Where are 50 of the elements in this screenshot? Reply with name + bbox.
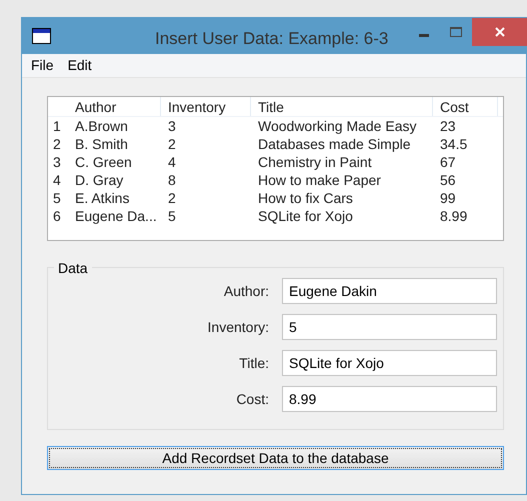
table-cell-text: C. Green [74,153,133,171]
table-cell-text: How to make Paper [257,171,382,189]
row-number: 1 [52,117,62,135]
table-cell-text: Eugene Da... [74,207,158,225]
row-number: 5 [52,189,62,207]
table-cell-text: 4 [167,153,177,171]
table-cell-text: Databases made Simple [257,135,412,153]
table-cell-text: 2 [167,135,177,153]
add-recordset-button[interactable]: Add Recordset Data to the database [47,446,504,470]
row-number: 6 [52,207,62,225]
app-window-icon [32,28,51,44]
input-field[interactable]: 8.99 [282,386,497,412]
table-cell-text: 56 [439,171,457,189]
table-cell-text: 8 [167,171,177,189]
table-cell-text: 8.99 [439,207,468,225]
table-cell-text: How to fix Cars [257,189,354,207]
row-number: 4 [52,171,62,189]
table-cell-text: 3 [167,117,177,135]
table-cell-text: 34.5 [439,135,468,153]
column-header[interactable]: Inventory [161,97,251,116]
field-label: Title: [238,354,269,372]
field-label: Inventory: [206,318,269,337]
table-cell-text: D. Gray [74,171,124,189]
row-number: 3 [52,153,62,171]
column-header[interactable]: Cost [433,97,498,116]
table-cell-text: SQLite for Xojo [257,207,354,225]
table-cell-text: 5 [167,207,177,225]
field-label: Cost: [235,390,269,408]
table-cell-text: 67 [439,153,457,171]
input-field[interactable]: Eugene Dakin [282,278,497,304]
menu-item[interactable]: Edit [68,55,92,76]
table-cell-text: A.Brown [74,117,129,135]
close-button[interactable] [472,18,527,46]
column-header[interactable]: Author [68,97,161,116]
table-cell-text: 23 [439,117,457,135]
table-cell-text: Chemistry in Paint [257,153,373,171]
maximize-icon[interactable] [450,27,462,37]
menu-item[interactable]: File [31,55,54,76]
column-header[interactable]: Title [251,97,433,116]
table-cell-text: Woodworking Made Easy [257,117,418,135]
window-title: Insert User Data: Example: 6-3 [155,28,388,50]
table-cell-text: B. Smith [74,135,129,153]
table-cell-text: E. Atkins [74,189,130,207]
table-cell-text: 2 [167,189,177,207]
input-field[interactable]: 5 [282,314,497,340]
field-label: Author: [222,282,269,300]
row-number: 2 [52,135,62,153]
table-cell-text: 99 [439,189,457,207]
close-icon [495,27,505,37]
input-field[interactable]: SQLite for Xojo [282,350,497,376]
